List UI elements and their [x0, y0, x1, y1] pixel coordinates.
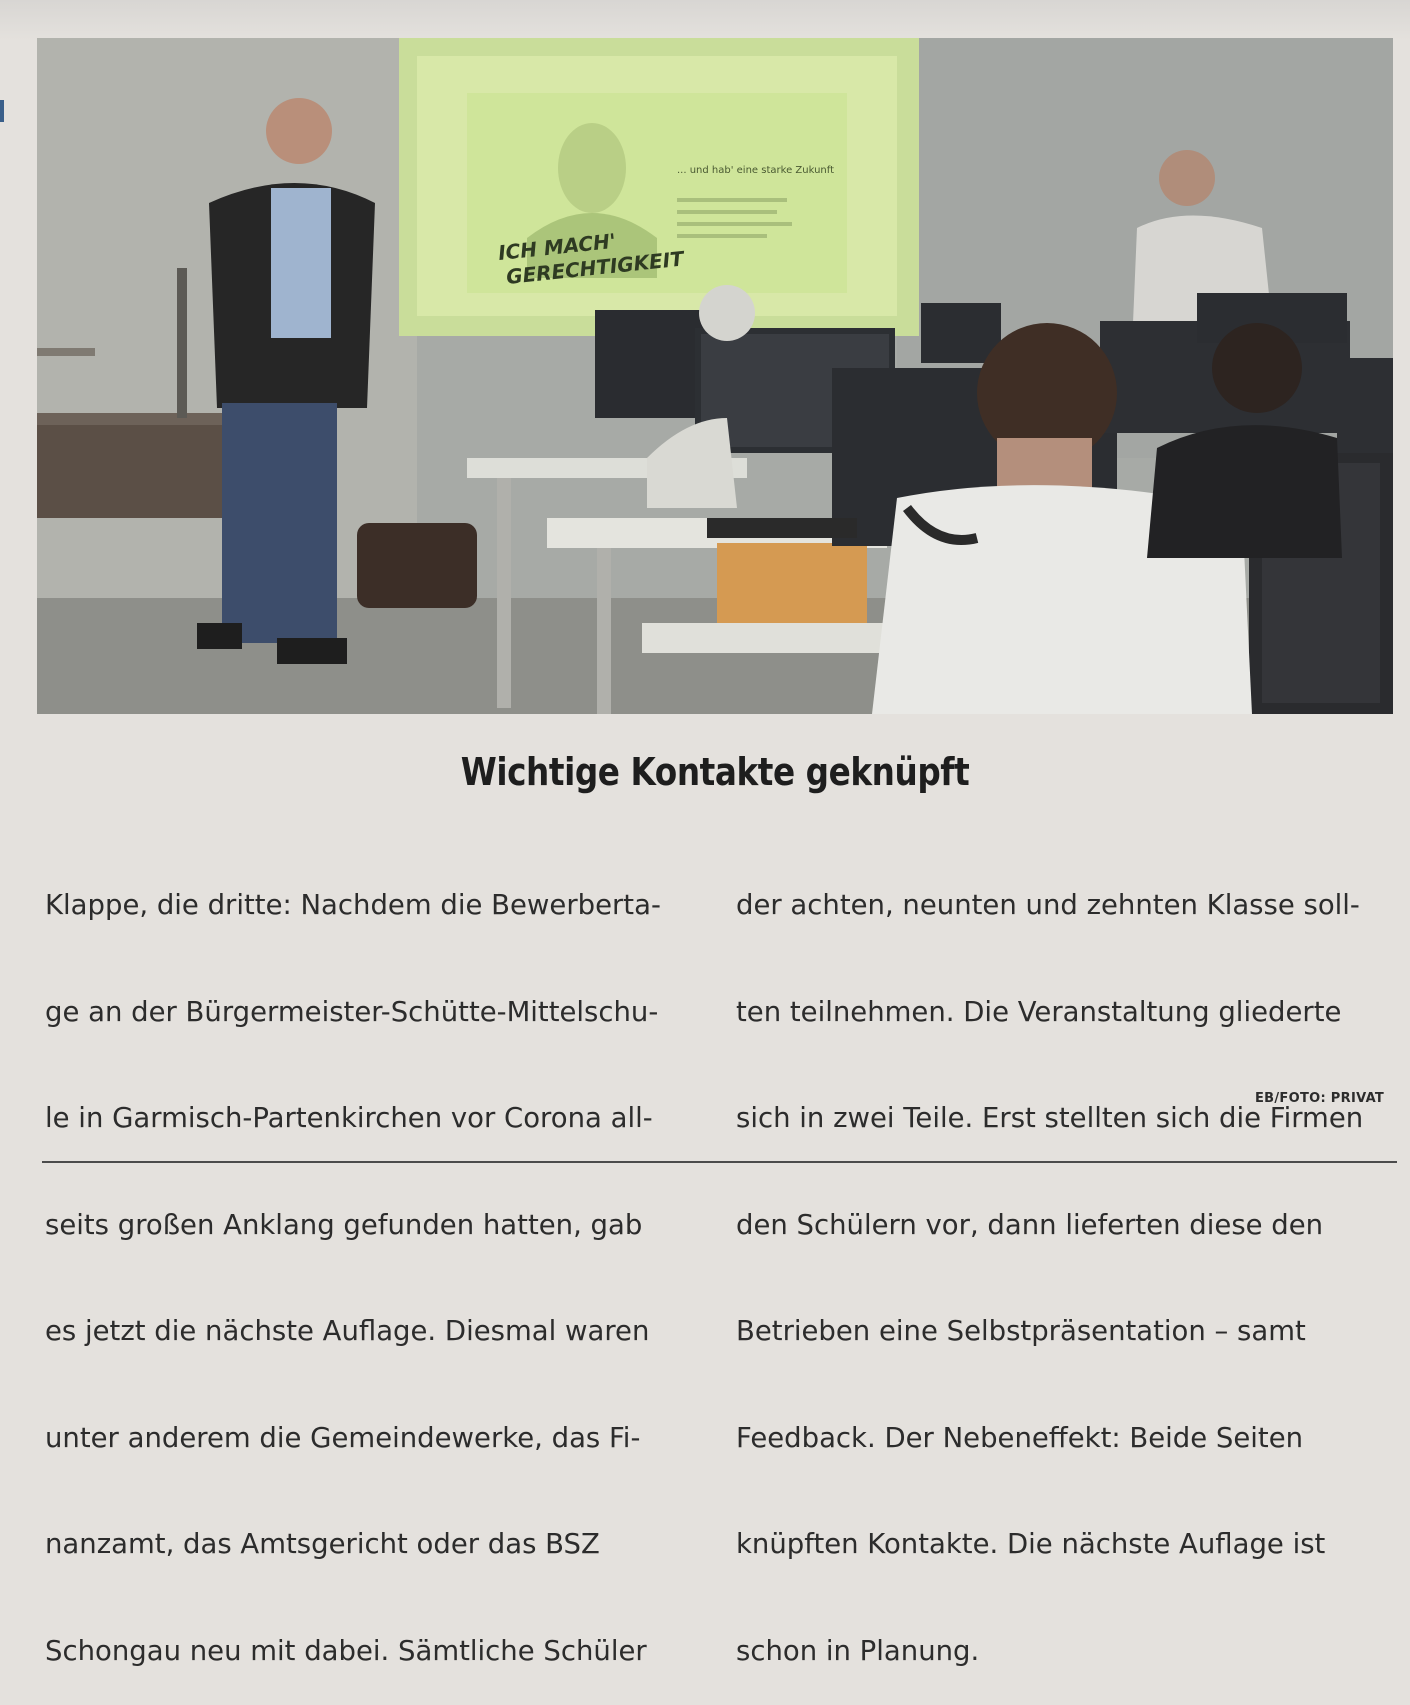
article-headline: Wichtige Kontakte geknüpft	[460, 750, 970, 794]
article-body-right: der achten, neunten und zehnten Klasse s…	[736, 817, 1363, 1705]
article-photo: ICH MACH' GERECHTIGKEIT ... und hab' ein…	[37, 38, 1393, 714]
column-marker	[0, 100, 4, 122]
body-line: Schongau neu mit dabei. Sämtliche Schüle…	[45, 1634, 647, 1667]
body-line: den Schülern vor, dann lieferten diese d…	[736, 1208, 1324, 1241]
body-line: knüpften Kontakte. Die nächste Auflage i…	[736, 1528, 1326, 1560]
page-top-bleed	[0, 0, 1410, 40]
body-line: ten teilnehmen. Die Veranstaltung gliede…	[736, 995, 1342, 1028]
body-line: schon in Planung.	[736, 1634, 980, 1667]
body-line: le in Garmisch-Partenkirchen vor Corona …	[45, 1102, 653, 1134]
projection-screen: ICH MACH' GERECHTIGKEIT ... und hab' ein…	[399, 38, 919, 336]
body-line: es jetzt die nächste Auflage. Diesmal wa…	[45, 1315, 650, 1347]
bottom-rule	[42, 1161, 1397, 1163]
body-line: ge an der Bürgermeister-Schütte-Mittelsc…	[45, 995, 659, 1028]
screen-tagline: ... und hab' eine starke Zukunft	[677, 165, 834, 176]
body-line: seits großen Anklang gefunden hatten, ga…	[45, 1208, 643, 1241]
body-line: sich in zwei Teile. Erst stellten sich d…	[736, 1102, 1364, 1134]
body-line: Klappe, die dritte: Nachdem die Bewerber…	[45, 889, 661, 921]
body-line: unter anderem die Gemeindewerke, das Fi-	[45, 1421, 641, 1454]
body-line: nanzamt, das Amtsgericht oder das BSZ	[45, 1528, 600, 1560]
article-body-left: Klappe, die dritte: Nachdem die Bewerber…	[45, 817, 661, 1705]
photo-credit: EB/FOTO: PRIVAT	[1255, 1091, 1385, 1106]
body-line: der achten, neunten und zehnten Klasse s…	[736, 889, 1360, 921]
body-line: Betrieben eine Selbstpräsentation – samt	[736, 1315, 1306, 1347]
body-line: Feedback. Der Nebeneffekt: Beide Seiten	[736, 1421, 1304, 1454]
